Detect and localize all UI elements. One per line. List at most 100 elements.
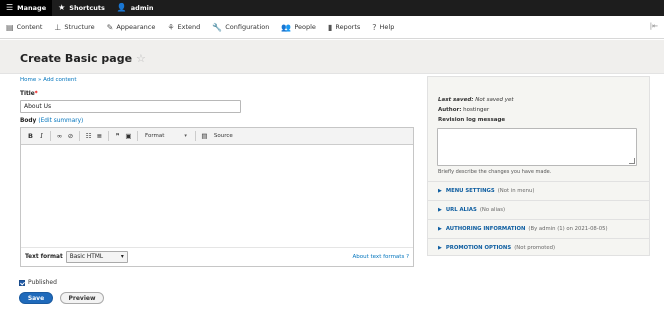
collapse-toolbar-icon[interactable]: |⇤ bbox=[650, 22, 658, 30]
unlink-icon[interactable]: ⊘ bbox=[65, 132, 76, 140]
reports-icon: ▮ bbox=[327, 22, 333, 32]
help-icon: ? bbox=[372, 22, 377, 32]
edit-summary-link[interactable]: (Edit summary) bbox=[38, 118, 83, 124]
hamburger-icon: ☰ bbox=[6, 3, 14, 12]
image-icon[interactable]: ▣ bbox=[123, 132, 134, 140]
last-saved: Last saved: Not saved yet bbox=[438, 97, 514, 103]
revision-log-textarea[interactable] bbox=[437, 128, 637, 166]
format-dropdown[interactable]: Format bbox=[145, 133, 164, 139]
accordion-authoring-information[interactable]: ▶ AUTHORING INFORMATION (By admin (1) on 2… bbox=[428, 219, 649, 237]
extend-icon: ⚘ bbox=[167, 22, 175, 32]
revision-log-label-text: Revision log message bbox=[438, 117, 506, 123]
menu-item-label: Structure bbox=[64, 23, 95, 31]
user-label: admin bbox=[130, 4, 154, 12]
accordion-menu-settings[interactable]: ▶ MENU SETTINGS (Not in menu) bbox=[428, 181, 649, 199]
preview-button[interactable]: Preview bbox=[60, 292, 104, 304]
text-format-select[interactable]: Basic HTML ▾ bbox=[65, 251, 128, 263]
accordion-url-alias[interactable]: ▶ URL ALIAS (No alias) bbox=[428, 200, 649, 218]
italic-button[interactable]: I bbox=[36, 132, 47, 140]
accordion-summary: (By admin (1) on 2021-08-05) bbox=[528, 225, 608, 232]
accordion-summary: (Not promoted) bbox=[514, 244, 556, 251]
content-icon: ▤ bbox=[6, 22, 14, 32]
shortcuts-tab[interactable]: ★ Shortcuts bbox=[52, 0, 111, 16]
accordion-title: PROMOTION OPTIONS bbox=[445, 244, 512, 251]
caret-right-icon: ▶ bbox=[438, 187, 442, 194]
published-label: Published bbox=[28, 279, 57, 286]
editor-content-area[interactable] bbox=[21, 145, 413, 247]
published-row: Published bbox=[19, 279, 57, 286]
title-input[interactable] bbox=[20, 100, 241, 113]
meta-sidebar: Last saved: Not saved yet Author: hostin… bbox=[427, 76, 650, 256]
accordion-summary: (No alias) bbox=[479, 206, 506, 213]
toolbar-divider bbox=[137, 131, 138, 141]
menu-item-people[interactable]: 👥 People bbox=[275, 16, 322, 39]
save-button[interactable]: Save bbox=[19, 292, 53, 304]
about-text-formats-text: About text formats bbox=[352, 254, 405, 260]
menu-item-content[interactable]: ▤ Content bbox=[0, 16, 48, 39]
numbered-list-icon[interactable]: ≣ bbox=[94, 132, 105, 140]
accordion-title: URL ALIAS bbox=[445, 206, 477, 213]
toolbar-divider bbox=[79, 131, 80, 141]
chevron-down-icon: ▾ bbox=[120, 254, 124, 260]
menu-item-help[interactable]: ? Help bbox=[366, 16, 400, 39]
menu-item-appearance[interactable]: ✎ Appearance bbox=[101, 16, 162, 39]
source-button[interactable]: Source bbox=[214, 133, 233, 139]
wrench-icon: 🔧 bbox=[212, 22, 223, 32]
help-circle-icon: ? bbox=[406, 254, 409, 260]
menu-item-label: People bbox=[294, 23, 316, 31]
author: Author: hostinger bbox=[438, 107, 489, 113]
text-format-label: Text format bbox=[25, 254, 63, 260]
bold-button[interactable]: B bbox=[25, 132, 36, 140]
editor-toolbar: B I ∞ ⊘ ☷ ≣ ❞ ▣ Format ▾ ▤ Source bbox=[21, 128, 413, 145]
author-label: Author: bbox=[438, 107, 462, 113]
menu-item-label: Content bbox=[16, 23, 43, 31]
user-icon: 👤 bbox=[116, 3, 127, 12]
menu-item-label: Help bbox=[379, 23, 395, 31]
author-value: hostinger bbox=[463, 107, 490, 113]
text-format-bar: Text format Basic HTML ▾ About text form… bbox=[21, 247, 413, 266]
published-checkbox[interactable] bbox=[19, 279, 25, 286]
menu-item-extend[interactable]: ⚘ Extend bbox=[161, 16, 206, 39]
body-label-text: Body bbox=[20, 118, 37, 124]
last-saved-label: Last saved: bbox=[438, 97, 474, 103]
bulleted-list-icon[interactable]: ☷ bbox=[83, 132, 94, 140]
blockquote-icon[interactable]: ❞ bbox=[112, 132, 123, 140]
revision-log-label: Revision log message bbox=[438, 117, 505, 123]
user-tab[interactable]: 👤 admin bbox=[111, 0, 160, 16]
toolbar-divider bbox=[108, 131, 109, 141]
accordion-promotion-options[interactable]: ▶ PROMOTION OPTIONS (Not promoted) bbox=[428, 238, 649, 256]
admin-toolbar: ☰ Manage ★ Shortcuts 👤 admin bbox=[0, 0, 664, 16]
appearance-icon: ✎ bbox=[106, 22, 114, 32]
required-mark: * bbox=[34, 91, 38, 97]
menu-item-structure[interactable]: ⊥ Structure bbox=[48, 16, 100, 39]
page-title: Create Basic page ☆ bbox=[20, 52, 146, 65]
text-format-value: Basic HTML bbox=[69, 254, 104, 260]
menu-item-reports[interactable]: ▮ Reports bbox=[322, 16, 366, 39]
menu-item-label: Extend bbox=[177, 23, 201, 31]
toolbar-divider bbox=[50, 131, 51, 141]
manage-label: Manage bbox=[17, 4, 47, 12]
body-editor: B I ∞ ⊘ ☷ ≣ ❞ ▣ Format ▾ ▤ Source Text f… bbox=[20, 127, 414, 267]
chevron-down-icon[interactable]: ▾ bbox=[184, 133, 187, 139]
structure-icon: ⊥ bbox=[54, 22, 62, 32]
accordion-summary: (Not in menu) bbox=[497, 187, 535, 194]
page-title-text: Create Basic page bbox=[20, 52, 133, 65]
revision-log-hint: Briefly describe the changes you have ma… bbox=[438, 169, 552, 175]
manage-tab[interactable]: ☰ Manage bbox=[0, 0, 53, 16]
caret-right-icon: ▶ bbox=[438, 225, 442, 232]
accordion-title: AUTHORING INFORMATION bbox=[445, 225, 526, 232]
page-header: Create Basic page ☆ bbox=[0, 40, 664, 74]
source-icon[interactable]: ▤ bbox=[199, 132, 210, 140]
shortcuts-label: Shortcuts bbox=[69, 4, 105, 12]
about-text-formats-link[interactable]: About text formats ? bbox=[352, 254, 409, 260]
shortcut-star-icon[interactable]: ☆ bbox=[136, 52, 146, 65]
caret-right-icon: ▶ bbox=[438, 244, 442, 251]
menu-item-label: Configuration bbox=[225, 23, 270, 31]
toolbar-divider bbox=[194, 131, 196, 141]
link-icon[interactable]: ∞ bbox=[54, 132, 65, 140]
title-label-text: Title bbox=[20, 91, 35, 97]
breadcrumb[interactable]: Home » Add content bbox=[20, 77, 77, 83]
menu-item-configuration[interactable]: 🔧 Configuration bbox=[206, 16, 275, 39]
accordion-title: MENU SETTINGS bbox=[445, 187, 495, 194]
caret-right-icon: ▶ bbox=[438, 206, 442, 213]
